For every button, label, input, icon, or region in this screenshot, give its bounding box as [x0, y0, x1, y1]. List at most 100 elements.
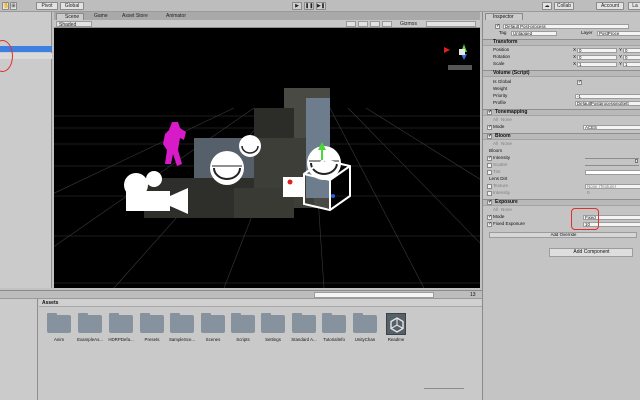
tonemapping-none-toggle[interactable]: None — [501, 117, 512, 123]
asset-readme[interactable]: Readme — [382, 313, 410, 345]
tonemapping-mode-checkbox[interactable]: ✓ — [487, 124, 492, 130]
assets-breadcrumb-label: Assets — [42, 300, 59, 306]
bloom-tint-color-field[interactable] — [585, 169, 640, 175]
project-panel: 13 Assets Anim ExampleAs... HDRPDefa... … — [0, 290, 482, 400]
asset-folder[interactable]: Scripts — [229, 313, 257, 345]
tag-dropdown[interactable]: Untagged — [511, 30, 557, 36]
asset-folder[interactable]: Standard A... — [290, 313, 318, 345]
bloom-none-toggle[interactable]: None — [501, 141, 512, 147]
object-name-field[interactable]: Default Post-process — [503, 23, 629, 29]
scene-viewport[interactable] — [54, 28, 480, 288]
scale-y-field[interactable]: 1 — [623, 61, 640, 67]
bloom-all-toggle[interactable]: All — [493, 141, 498, 147]
volume-script-header[interactable]: Volume (Script) — [483, 70, 640, 77]
transform-label: Transform — [493, 39, 518, 45]
folder-icon-body — [170, 315, 194, 333]
exposure-none-toggle[interactable]: None — [501, 207, 512, 213]
hand-tool-icon[interactable]: ✋ — [2, 2, 9, 10]
lens-dirt-texture-checkbox[interactable] — [487, 183, 492, 189]
tonemapping-all-toggle[interactable]: All — [493, 117, 498, 123]
lens-dirt-texture-field[interactable]: None (Texture) — [585, 183, 640, 189]
rotation-row: Rotation X 0 Y 0 — [487, 54, 640, 60]
rotation-x-field[interactable]: 0 — [577, 54, 617, 60]
position-x-field[interactable]: 0 — [577, 47, 617, 53]
tab-animator[interactable]: Animator — [158, 13, 196, 20]
rotation-y-field[interactable]: 0 — [623, 54, 640, 60]
pause-button[interactable]: ❚❚ — [304, 2, 314, 10]
exposure-enable-checkbox[interactable]: ✓ — [487, 200, 492, 205]
add-override-button[interactable]: Add Override — [489, 232, 637, 238]
shading-mode-dropdown[interactable]: Shaded — [56, 21, 92, 28]
tag-value: Untagged — [513, 30, 533, 36]
layer-dropdown[interactable]: PostProce — [597, 30, 640, 36]
thumbnail-size-slider[interactable] — [424, 388, 464, 389]
tonemapping-enable-checkbox[interactable]: ✓ — [487, 110, 492, 115]
scene-toolbar: Shaded Gizmos — [54, 20, 480, 28]
object-active-checkbox[interactable]: ✓ — [495, 23, 500, 29]
asset-folder[interactable]: UnityChan — [351, 313, 379, 345]
global-toggle[interactable]: Global — [60, 2, 84, 10]
bloom-scatter-checkbox[interactable] — [487, 162, 492, 168]
layers-button[interactable]: La — [628, 2, 640, 10]
bloom-scatter-slider[interactable] — [585, 164, 639, 166]
asset-folder[interactable]: Anim — [45, 313, 73, 345]
bloom-enable-checkbox[interactable]: ✓ — [487, 134, 492, 139]
bloom-header[interactable]: ✓ Bloom — [483, 133, 640, 140]
asset-folder[interactable]: SampleSce... — [168, 313, 196, 345]
tab-game[interactable]: Game — [86, 13, 114, 20]
position-row: Position X 0 Y 0 — [487, 47, 640, 53]
priority-field[interactable]: -1 — [575, 93, 640, 99]
lens-dirt-intensity-checkbox[interactable] — [487, 190, 492, 196]
tab-scene[interactable]: Scene — [56, 13, 84, 20]
asset-folder[interactable]: Scenes — [199, 313, 227, 345]
pivot-toggle[interactable]: Pivot — [36, 2, 58, 10]
cloud-icon[interactable]: ☁ — [542, 2, 552, 10]
play-button[interactable]: ▶ — [292, 2, 302, 10]
rect-tool-icon[interactable]: ⊞ — [10, 2, 17, 10]
weight-label: Weight — [493, 86, 508, 91]
is-global-checkbox[interactable]: ✓ — [577, 79, 582, 85]
project-breadcrumb[interactable]: Assets — [39, 299, 482, 307]
scale-x-field[interactable]: 1 — [577, 61, 617, 67]
position-y-field[interactable]: 0 — [623, 47, 640, 53]
priority-value: -1 — [577, 93, 581, 99]
profile-field[interactable]: DefaultPostprocessingSett — [575, 100, 640, 106]
account-button[interactable]: Account — [596, 2, 624, 10]
position-y-label: Y — [619, 47, 623, 52]
asset-folder[interactable]: TutorialInfo — [320, 313, 348, 345]
effects-toggle[interactable] — [382, 21, 392, 27]
weight-row: Weight — [487, 86, 638, 92]
bloom-tint-checkbox[interactable] — [487, 169, 492, 175]
bloom-intensity-slider[interactable] — [585, 157, 639, 163]
lighting-toggle[interactable] — [358, 21, 368, 27]
exposure-all-toggle[interactable]: All — [493, 207, 498, 213]
scene-search-input[interactable] — [426, 21, 476, 27]
gizmos-dropdown[interactable]: Gizmos — [400, 21, 417, 27]
add-component-button[interactable]: Add Component — [549, 248, 633, 257]
asset-folder[interactable]: Settings — [259, 313, 287, 345]
tonemapping-mode-dropdown[interactable]: ACES — [583, 124, 640, 130]
step-button[interactable]: ▶❚ — [316, 2, 326, 10]
folder-icon-body — [353, 315, 377, 333]
exposure-mode-checkbox[interactable]: ✓ — [487, 214, 492, 220]
project-search-input[interactable] — [314, 292, 434, 298]
asset-name: HDRPDefa... — [108, 337, 134, 342]
tab-asset-store[interactable]: Asset Store — [114, 13, 154, 20]
asset-name: Presets — [144, 337, 160, 342]
audio-toggle[interactable] — [370, 21, 380, 27]
exposure-header[interactable]: ✓ Exposure — [483, 199, 640, 206]
asset-folder[interactable]: HDRPDefa... — [107, 313, 135, 345]
tonemapping-header[interactable]: ✓ Tonemapping — [483, 109, 640, 116]
transform-header[interactable]: Transform — [483, 39, 640, 46]
collab-button[interactable]: Collab — [554, 2, 574, 10]
orientation-gizmo-icon[interactable] — [444, 44, 472, 70]
tab-inspector[interactable]: Inspector — [485, 13, 523, 20]
tab-game-label: Game — [94, 13, 108, 19]
asset-folder[interactable]: ExampleAs... — [76, 313, 104, 345]
position-x-value: 0 — [579, 47, 582, 53]
fixed-exposure-checkbox[interactable]: ✓ — [487, 221, 492, 227]
asset-folder[interactable]: Presets — [138, 313, 166, 345]
inspector-tab-label: Inspector — [493, 14, 514, 20]
2d-toggle[interactable] — [346, 21, 356, 27]
bloom-intensity-checkbox[interactable]: ✓ — [487, 155, 492, 161]
